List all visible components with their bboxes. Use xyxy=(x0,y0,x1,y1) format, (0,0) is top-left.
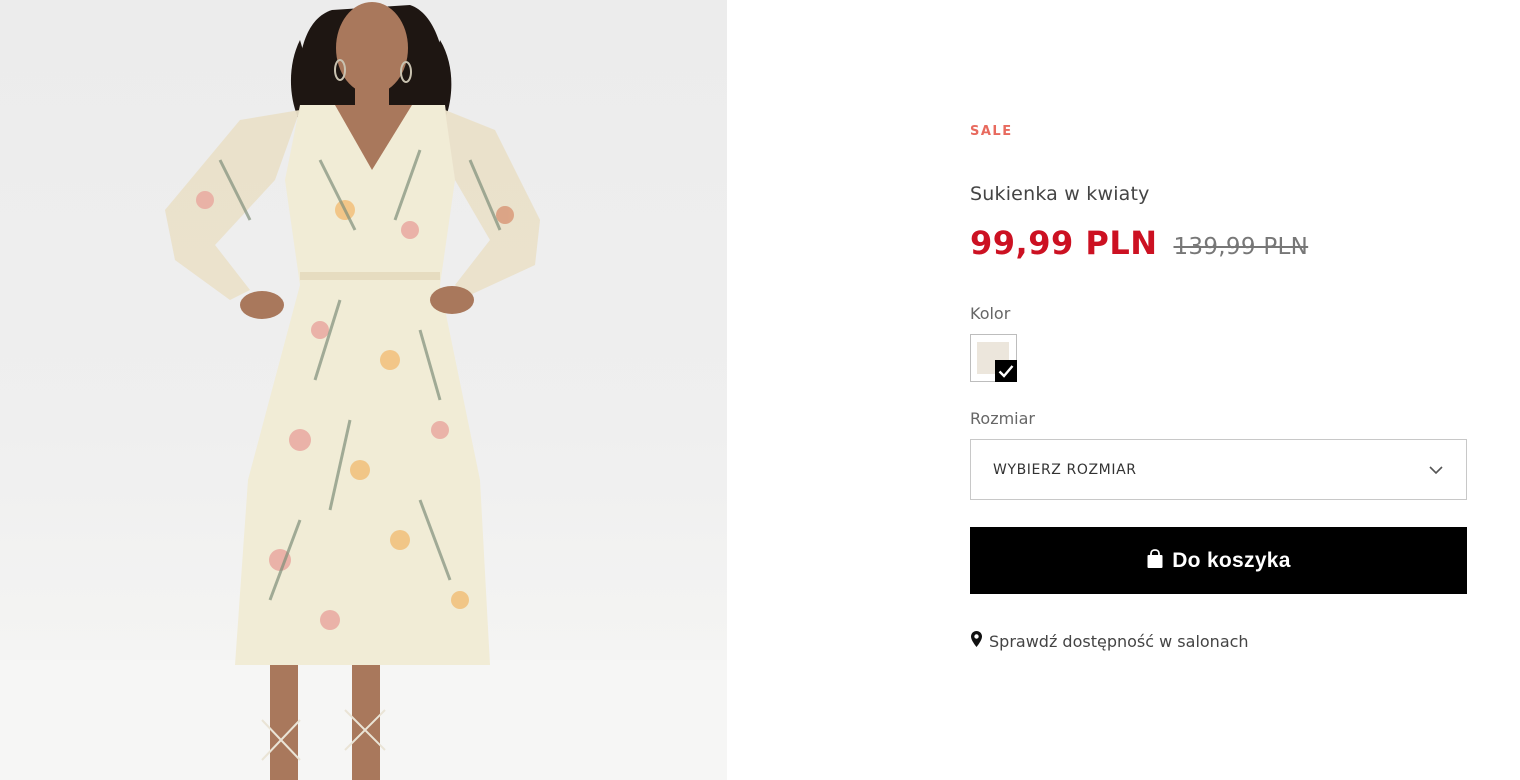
map-pin-icon xyxy=(970,630,983,652)
price-old: 139,99 PLN xyxy=(1173,234,1309,260)
price-row: 99,99 PLN 139,99 PLN xyxy=(970,224,1308,262)
product-title: Sukienka w kwiaty xyxy=(970,183,1150,205)
sale-badge: SALE xyxy=(970,124,1013,139)
color-swatch[interactable] xyxy=(970,334,1017,382)
store-availability-label: Sprawdź dostępność w salonach xyxy=(989,631,1249,651)
shopping-bag-icon xyxy=(1146,549,1164,572)
size-select-placeholder: WYBIERZ ROZMIAR xyxy=(993,461,1137,478)
size-label: Rozmiar xyxy=(970,409,1035,428)
add-to-cart-label: Do koszyka xyxy=(1172,548,1291,572)
size-select[interactable]: WYBIERZ ROZMIAR xyxy=(970,439,1467,500)
add-to-cart-button[interactable]: Do koszyka xyxy=(970,527,1467,594)
color-label: Kolor xyxy=(970,304,1011,323)
product-photo xyxy=(0,0,727,780)
chevron-down-icon xyxy=(1428,460,1444,479)
price-current: 99,99 PLN xyxy=(970,224,1158,262)
checkmark-icon xyxy=(995,360,1017,382)
store-availability-link[interactable]: Sprawdź dostępność w salonach xyxy=(970,630,1249,652)
model-illustration xyxy=(0,2,727,780)
